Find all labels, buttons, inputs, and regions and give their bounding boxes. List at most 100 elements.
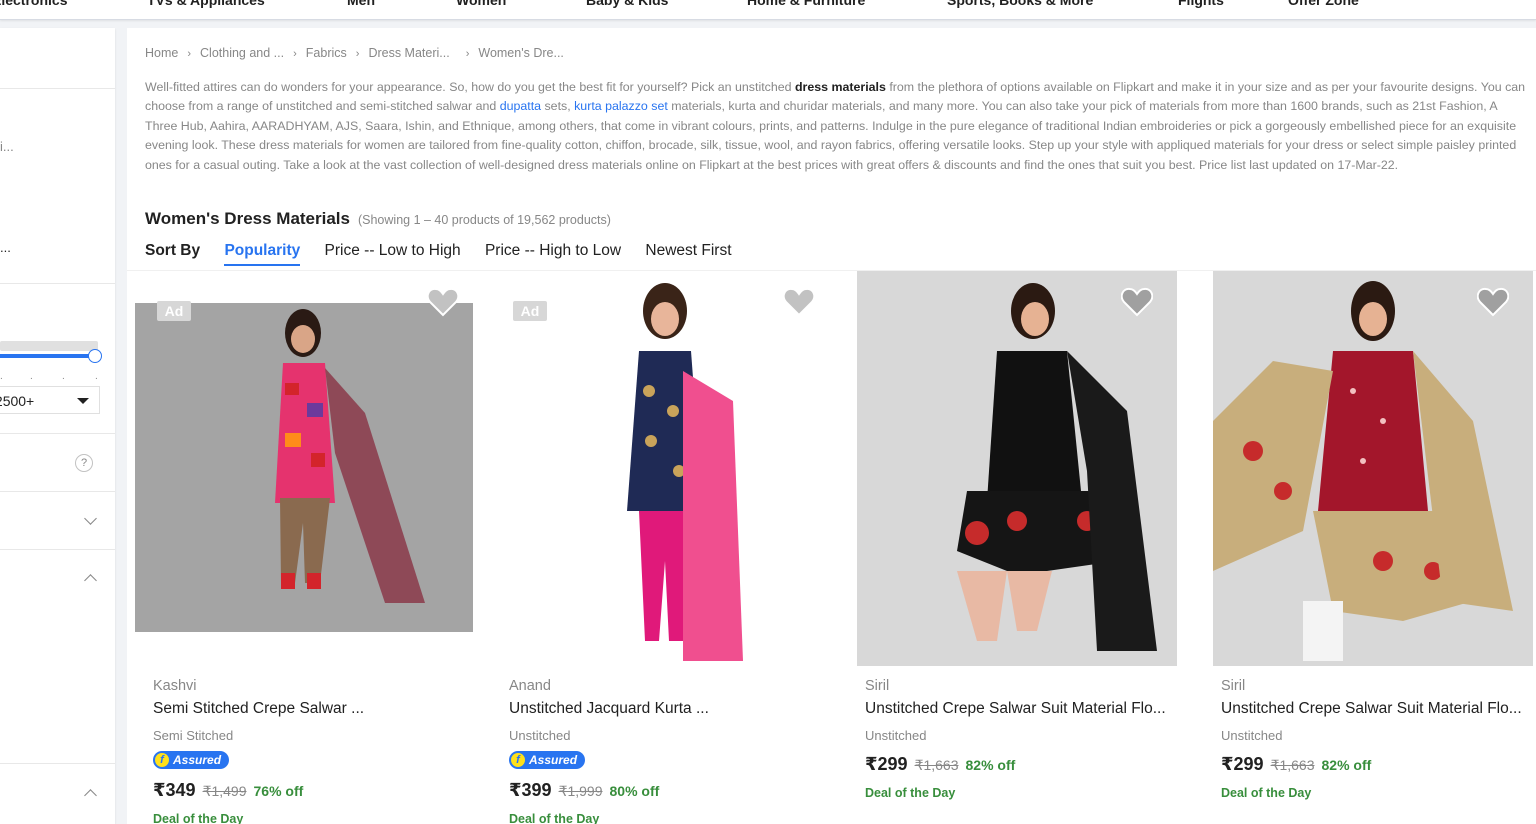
price-histogram xyxy=(0,341,98,351)
sidebar-divider xyxy=(0,283,115,284)
product-listing-panel: Home › Clothing and ... › Fabrics › Dress Mate… xyxy=(127,28,1536,824)
nav-category-home-furniture[interactable]: Home & Furniture xyxy=(747,0,865,8)
product-card[interactable]: Ad Kashvi Semi Stitched Crepe Salwar ...… xyxy=(127,271,483,824)
product-brand: Kashvi xyxy=(153,678,197,694)
sort-popularity[interactable]: Popularity xyxy=(224,242,301,266)
product-price: ₹299 xyxy=(1221,754,1264,774)
product-image[interactable] xyxy=(857,271,1177,666)
product-name[interactable]: Unstitched Crepe Salwar Suit Material Fl… xyxy=(865,700,1175,718)
breadcrumb-home[interactable]: Home xyxy=(145,46,178,60)
heart-icon[interactable] xyxy=(783,287,815,317)
nav-category-sports-books[interactable]: Sports, Books & More xyxy=(947,0,1093,8)
product-mrp: ₹1,499 xyxy=(202,783,247,799)
heart-icon[interactable] xyxy=(427,287,459,317)
product-brand: Siril xyxy=(865,678,890,694)
assured-label: Assured xyxy=(529,753,578,767)
chevron-up-icon[interactable] xyxy=(84,789,97,802)
chevron-down-icon[interactable] xyxy=(84,512,97,525)
result-count: (Showing 1 – 40 products of 19,562 produ… xyxy=(357,213,611,227)
product-subtitle: Unstitched xyxy=(1221,728,1283,743)
product-image[interactable] xyxy=(523,271,805,666)
price-slider-range xyxy=(0,354,92,358)
breadcrumb-fabrics[interactable]: Fabrics xyxy=(306,46,347,60)
heart-icon[interactable] xyxy=(1121,287,1153,317)
top-category-nav: Electronics TVs & Appliances Men Women B… xyxy=(0,0,1536,20)
product-mrp: ₹1,663 xyxy=(914,757,959,773)
sort-price-low-high[interactable]: Price -- Low to High xyxy=(325,242,461,260)
product-subtitle: Unstitched xyxy=(509,728,571,743)
deal-label: Deal of the Day xyxy=(1221,786,1312,800)
nav-category-tvs-appliances[interactable]: TVs & Appliances xyxy=(147,0,265,8)
max-price-select[interactable]: ₹2500+ xyxy=(0,386,100,414)
category-description: Well-fitted attires can do wonders for y… xyxy=(145,78,1530,175)
product-discount: 80% off xyxy=(609,783,660,799)
dupatta-link[interactable]: dupatta xyxy=(500,99,541,113)
assured-badge: f Assured xyxy=(153,751,229,769)
product-mrp: ₹1,999 xyxy=(558,783,603,799)
nav-category-men[interactable]: Men xyxy=(347,0,375,8)
chevron-up-icon[interactable] xyxy=(84,574,97,587)
product-subtitle: Semi Stitched xyxy=(153,728,234,743)
assured-badge: f Assured xyxy=(509,751,585,769)
chevron-right-icon: › xyxy=(293,48,297,60)
nav-category-women[interactable]: Women xyxy=(456,0,506,8)
product-subtitle: Unstitched xyxy=(865,728,927,743)
slider-dots: . xyxy=(95,371,98,382)
price-line: ₹399 ₹1,999 80% off xyxy=(509,780,659,801)
page-title: Women's Dress Materials xyxy=(145,209,350,228)
slider-dots: . xyxy=(62,371,65,382)
product-mrp: ₹1,663 xyxy=(1270,757,1315,773)
heart-icon[interactable] xyxy=(1477,287,1509,317)
sidebar-truncated-item[interactable]: i... xyxy=(0,139,14,154)
product-discount: 82% off xyxy=(1321,757,1372,773)
breadcrumb: Home › Clothing and ... › Fabrics › Dress Mate… xyxy=(145,46,564,60)
kurta-palazzo-link[interactable]: kurta palazzo set xyxy=(574,99,668,113)
sort-by-label: Sort By xyxy=(145,242,201,259)
product-brand: Siril xyxy=(1221,678,1246,694)
chevron-right-icon: › xyxy=(355,48,360,60)
breadcrumb-clothing[interactable]: Clothing and ... xyxy=(200,46,284,60)
filter-sidebar: i... ... . . . . ₹2500+ ? xyxy=(0,28,115,824)
product-name[interactable]: Semi Stitched Crepe Salwar ... xyxy=(153,700,463,718)
caret-down-icon xyxy=(77,398,89,404)
product-card[interactable]: Siril Unstitched Crepe Salwar Suit Mater… xyxy=(1195,271,1536,824)
product-price: ₹349 xyxy=(153,780,196,800)
sidebar-truncated-item[interactable]: ... xyxy=(0,240,11,255)
sidebar-divider xyxy=(0,763,115,764)
sidebar-divider xyxy=(0,88,115,89)
ad-badge: Ad xyxy=(513,301,547,321)
product-image[interactable] xyxy=(1213,271,1533,666)
product-brand: Anand xyxy=(509,678,551,694)
description-text: sets, xyxy=(541,99,575,114)
product-card[interactable]: Siril Unstitched Crepe Salwar Suit Mater… xyxy=(839,271,1195,824)
price-line: ₹299 ₹1,663 82% off xyxy=(865,754,1015,775)
product-discount: 82% off xyxy=(965,757,1016,773)
max-price-value: ₹2500+ xyxy=(0,393,35,409)
breadcrumb-dress-materials[interactable]: Dress Materi... xyxy=(368,46,449,60)
listing-header: Women's Dress Materials (Showing 1 – 40 p… xyxy=(145,209,611,229)
sidebar-divider xyxy=(0,433,115,434)
deal-label: Deal of the Day xyxy=(509,812,600,824)
assured-icon: f xyxy=(155,753,169,767)
product-discount: 76% off xyxy=(253,783,304,799)
sort-bar: Sort By Popularity Price -- Low to High … xyxy=(145,242,752,270)
description-keyword: dress materials xyxy=(794,80,886,94)
sort-newest-first[interactable]: Newest First xyxy=(645,242,731,260)
price-line: ₹299 ₹1,663 82% off xyxy=(1221,754,1371,775)
nav-category-baby-kids[interactable]: Baby & Kids xyxy=(586,0,668,8)
product-name[interactable]: Unstitched Jacquard Kurta ... xyxy=(509,700,819,718)
help-icon[interactable]: ? xyxy=(75,454,93,472)
breadcrumb-womens-dress: Women's Dre... xyxy=(478,46,564,60)
sort-price-high-low[interactable]: Price -- High to Low xyxy=(485,242,621,260)
product-name[interactable]: Unstitched Crepe Salwar Suit Material Fl… xyxy=(1221,700,1531,718)
nav-category-electronics[interactable]: Electronics xyxy=(0,0,67,8)
price-slider-handle[interactable] xyxy=(88,349,102,363)
product-card[interactable]: Ad Anand Unstitched Jacquard Kurta ... U… xyxy=(483,271,839,824)
product-image[interactable] xyxy=(135,303,473,632)
slider-dots: . xyxy=(0,371,3,382)
nav-category-flights[interactable]: Flights xyxy=(1178,0,1224,8)
nav-category-offer-zone[interactable]: Offer Zone xyxy=(1288,0,1359,8)
sidebar-divider xyxy=(0,549,115,550)
description-text: Well-fitted attires can do wonders for y… xyxy=(145,80,795,94)
price-line: ₹349 ₹1,499 76% off xyxy=(153,780,303,801)
